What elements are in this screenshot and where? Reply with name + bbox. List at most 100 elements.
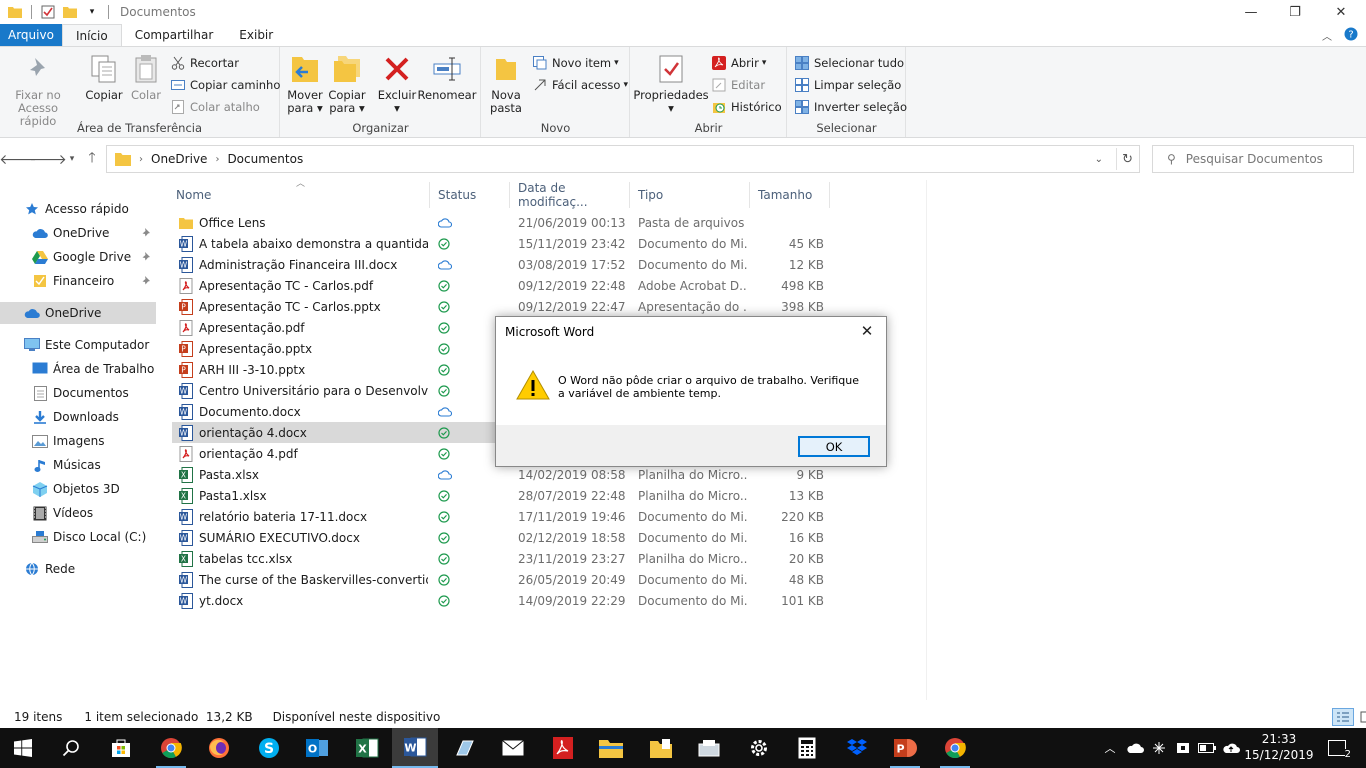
column-header-date[interactable]: Data de modificaç... — [512, 181, 630, 209]
breadcrumb-chevron-icon[interactable]: › — [139, 154, 143, 165]
tab-file[interactable]: Arquivo — [0, 24, 62, 46]
address-bar[interactable]: › OneDrive › Documentos ⌄ ↻ — [106, 145, 1140, 173]
notifications-button[interactable]: 2 — [1322, 728, 1352, 768]
nav-item-rede[interactable]: Rede — [0, 558, 156, 580]
properties-icon[interactable] — [40, 4, 56, 20]
edit-button[interactable]: Editar — [711, 75, 765, 95]
tab-view[interactable]: Exibir — [226, 24, 286, 46]
customize-qat-icon[interactable]: ▾ — [84, 4, 100, 20]
taskbar-skype-button[interactable]: S — [246, 728, 292, 768]
column-header-type[interactable]: Tipo — [632, 182, 750, 208]
file-row[interactable]: Worientação 4.docx — [172, 422, 497, 443]
network-tray-icon[interactable] — [1148, 728, 1170, 768]
column-header-status[interactable]: Status — [432, 182, 510, 208]
file-row[interactable]: W A tabela abaixo demonstra a quantidade … — [172, 233, 832, 254]
rename-button[interactable]: Renomear — [418, 53, 476, 102]
search-input[interactable]: Pesquisar Documentos — [1186, 152, 1323, 166]
nav-item-área-de-trabalho[interactable]: Área de Trabalho — [0, 358, 156, 380]
tab-home[interactable]: Início — [61, 24, 122, 46]
taskbar-search-button[interactable] — [48, 728, 94, 768]
taskbar-powerpoint-button[interactable]: P — [882, 728, 928, 768]
file-row[interactable]: W SUMÁRIO EXECUTIVO.docx 02/12/2019 18:58 D… — [172, 527, 832, 548]
file-row[interactable]: W Administração Financeira III.docx 03/08/… — [172, 254, 832, 275]
taskbar-firefox-button[interactable] — [196, 728, 242, 768]
taskbar-explorer-button[interactable] — [588, 728, 634, 768]
select-none-button[interactable]: Limpar seleção — [794, 75, 901, 95]
onedrive-tray-icon[interactable] — [1124, 728, 1146, 768]
easy-access-button[interactable]: Fácil acesso ▾ — [532, 75, 628, 95]
file-row[interactable]: Apresentação TC - Carlos.pdf 09/12/2019 2… — [172, 275, 832, 296]
taskbar-scanner-button[interactable] — [686, 728, 732, 768]
help-icon[interactable]: ? — [1344, 27, 1358, 44]
forward-button[interactable]: 🡒 — [29, 150, 67, 168]
nav-item-onedrive[interactable]: OneDrive — [0, 302, 156, 324]
pin-quick-access-button[interactable]: Fixar no Acesso rápido — [6, 53, 70, 128]
recent-locations-button[interactable]: ▾ — [62, 150, 82, 168]
taskbar-mail-button[interactable] — [490, 728, 536, 768]
copy-path-button[interactable]: Copiar caminho — [170, 75, 280, 95]
new-folder-icon[interactable] — [62, 4, 78, 20]
taskbar-chrome-button[interactable] — [148, 728, 194, 768]
copy-button[interactable]: Copiar — [84, 53, 124, 102]
maximize-button[interactable]: ❐ — [1272, 0, 1318, 24]
taskbar-word-button[interactable]: W — [392, 728, 438, 768]
taskbar-acrobat-button[interactable] — [540, 728, 586, 768]
minimize-button[interactable]: — — [1228, 0, 1274, 24]
delete-button[interactable]: Excluir ▾ — [377, 53, 417, 115]
dialog-close-button[interactable]: ✕ — [856, 321, 878, 341]
new-item-button[interactable]: Novo item ▾ — [532, 53, 619, 73]
nav-item-onedrive[interactable]: OneDrive — [0, 222, 156, 244]
nav-item-este-computador[interactable]: Este Computador — [0, 334, 156, 356]
open-button[interactable]: Abrir ▾ — [711, 53, 766, 73]
file-row[interactable]: Wyt.docx 14/09/2019 22:29 Documento do Mi.… — [172, 590, 832, 611]
address-dropdown-icon[interactable]: ⌄ — [1095, 154, 1103, 165]
taskbar-outlook-button[interactable]: O — [294, 728, 340, 768]
taskbar-excel-button[interactable]: X — [344, 728, 390, 768]
taskbar-store-button[interactable] — [98, 728, 144, 768]
taskbar-chrome-button[interactable] — [932, 728, 978, 768]
back-button[interactable]: 🡐 — [0, 150, 37, 168]
file-row[interactable]: X Pasta1.xlsx 28/07/2019 22:48 Planilha do … — [172, 485, 832, 506]
move-to-button[interactable]: Mover para ▾ — [287, 53, 323, 115]
taskbar-settings-button[interactable] — [736, 728, 782, 768]
nav-item-imagens[interactable]: Imagens — [0, 430, 156, 452]
file-row[interactable]: Xtabelas tcc.xlsx 23/11/2019 23:27 Planilh… — [172, 548, 832, 569]
paste-button[interactable]: Colar — [128, 53, 164, 102]
breadcrumb-onedrive[interactable]: OneDrive — [151, 152, 207, 166]
new-folder-button[interactable]: Nova pasta — [488, 53, 524, 115]
copy-to-button[interactable]: Copiar para ▾ — [328, 53, 366, 115]
nav-item-financeiro[interactable]: Financeiro — [0, 270, 156, 292]
nav-item-vídeos[interactable]: Vídeos — [0, 502, 156, 524]
ok-button[interactable]: OK — [798, 436, 870, 457]
breadcrumb-chevron-icon[interactable]: › — [215, 154, 219, 165]
nav-item-músicas[interactable]: Músicas — [0, 454, 156, 476]
nav-item-downloads[interactable]: Downloads — [0, 406, 156, 428]
close-button[interactable]: ✕ — [1318, 0, 1364, 24]
paste-shortcut-button[interactable]: Colar atalho — [170, 97, 260, 117]
tab-share[interactable]: Compartilhar — [122, 24, 227, 46]
details-view-button[interactable] — [1332, 708, 1354, 726]
nav-item-google-drive[interactable]: Google Drive — [0, 246, 156, 268]
file-row[interactable]: Office Lens 21/06/2019 00:13 Pasta de arqu… — [172, 212, 832, 233]
folder-icon[interactable] — [7, 4, 23, 20]
taskbar-dropbox-button[interactable] — [834, 728, 880, 768]
file-row[interactable]: P Apresentação TC - Carlos.pptx 09/12/2019… — [172, 296, 832, 317]
taskbar-start-button[interactable] — [0, 728, 46, 768]
upload-cloud-tray-icon[interactable] — [1220, 728, 1242, 768]
column-header-name[interactable]: Nome — [170, 182, 430, 208]
nav-item-documentos[interactable]: Documentos — [0, 382, 156, 404]
battery-tray-icon[interactable] — [1196, 728, 1218, 768]
properties-button[interactable]: Propriedades ▾ — [633, 53, 709, 115]
up-button[interactable]: 🡑 — [82, 150, 102, 168]
taskbar-file-button[interactable] — [638, 728, 684, 768]
nav-item-disco-local-c-[interactable]: Disco Local (C:) — [0, 526, 156, 548]
refresh-icon[interactable]: ↻ — [1122, 152, 1133, 167]
show-hidden-icons-button[interactable]: ︿ — [1100, 728, 1120, 768]
taskbar-notes-button[interactable] — [442, 728, 488, 768]
nav-item-objetos-3d[interactable]: Objetos 3D — [0, 478, 156, 500]
breadcrumb-documentos[interactable]: Documentos — [227, 152, 303, 166]
invert-selection-button[interactable]: Inverter seleção — [794, 97, 907, 117]
search-box[interactable]: ⚲ Pesquisar Documentos — [1152, 145, 1354, 173]
file-row[interactable]: Wrelatório bateria 17-11.docx 17/11/2019 … — [172, 506, 832, 527]
file-row[interactable]: W The curse of the Baskervilles-convertid… — [172, 569, 832, 590]
